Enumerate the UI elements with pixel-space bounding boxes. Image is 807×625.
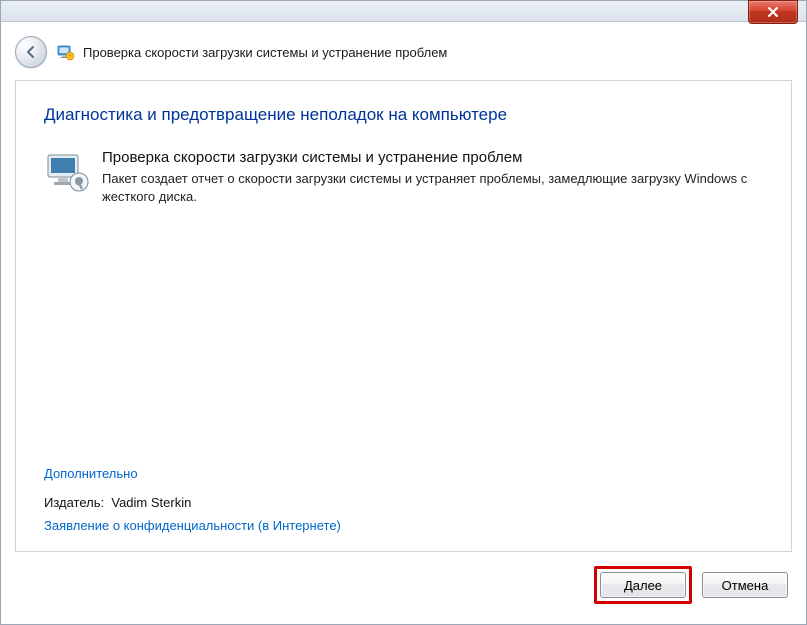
publisher-line: Издатель: Vadim Sterkin [44,495,763,510]
panel-footer: Дополнительно Издатель: Vadim Sterkin За… [44,466,763,533]
privacy-link[interactable]: Заявление о конфиденциальности (в Интерн… [44,518,341,533]
publisher-label: Издатель: [44,495,104,510]
next-button-highlight: Далее [594,566,692,604]
titlebar [1,1,806,22]
tool-row: Проверка скорости загрузки системы и уст… [44,149,763,205]
header-title: Проверка скорости загрузки системы и уст… [83,45,447,60]
wizard-window: Проверка скорости загрузки системы и уст… [0,0,807,625]
back-button[interactable] [15,36,47,68]
tool-description: Пакет создает отчет о скорости загрузки … [102,170,763,205]
tool-text: Проверка скорости загрузки системы и уст… [102,149,763,205]
advanced-link[interactable]: Дополнительно [44,466,138,481]
publisher-value: Vadim Sterkin [111,495,191,510]
close-button[interactable] [748,0,798,24]
cancel-button[interactable]: Отмена [702,572,788,598]
panel-heading: Диагностика и предотвращение неполадок н… [44,105,763,125]
back-arrow-icon [23,44,39,60]
tool-title: Проверка скорости загрузки системы и уст… [102,149,763,166]
close-icon [767,6,779,18]
troubleshoot-app-icon [57,43,75,61]
content-panel: Диагностика и предотвращение неполадок н… [15,80,792,552]
troubleshoot-tool-icon [44,149,92,197]
button-row: Далее Отмена [1,552,806,604]
header-row: Проверка скорости загрузки системы и уст… [1,22,806,80]
next-button[interactable]: Далее [600,572,686,598]
